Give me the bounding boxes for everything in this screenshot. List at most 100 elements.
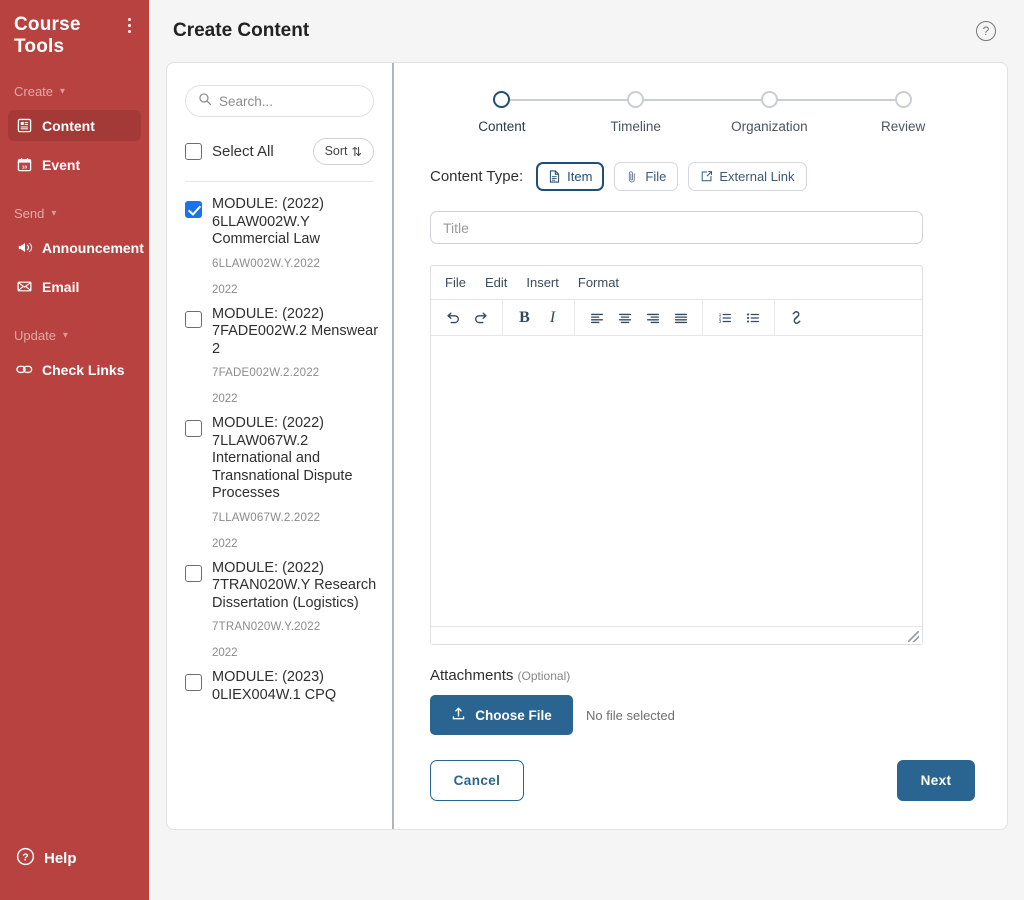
external-link-icon <box>700 170 713 183</box>
toolbar-group-style: B I <box>503 300 575 335</box>
sidebar: Course Tools Create ▾ Content 10 Event S… <box>0 0 149 900</box>
choose-file-button[interactable]: Choose File <box>430 695 573 735</box>
content-type-file-button[interactable]: File <box>614 162 679 191</box>
list-item[interactable]: MODULE: (2022) 7FADE002W.2 Menswear 2 7F… <box>185 306 388 406</box>
sidebar-item-check-links[interactable]: Check Links <box>8 354 141 385</box>
main-area: Create Content ? Select All <box>149 0 1024 900</box>
megaphone-icon <box>16 239 33 256</box>
redo-icon[interactable] <box>468 305 493 330</box>
content-form-panel: Content Timeline Organization Review Con… <box>394 63 1007 829</box>
step-connector <box>635 99 770 101</box>
upload-icon <box>451 706 466 724</box>
list-item[interactable]: MODULE: (2022) 6LLAW002W.Y Commercial La… <box>185 196 388 296</box>
step-organization[interactable]: Organization <box>703 91 904 134</box>
menu-insert[interactable]: Insert <box>526 275 559 290</box>
list-item[interactable]: MODULE: (2022) 7TRAN020W.Y Research Diss… <box>185 560 388 659</box>
sidebar-title: Course Tools <box>14 14 81 57</box>
module-text: MODULE: (2023) 0LIEX004W.1 CPQ <box>212 669 388 704</box>
module-list[interactable]: MODULE: (2022) 6LLAW002W.Y Commercial La… <box>167 182 392 829</box>
italic-icon[interactable]: I <box>540 305 565 330</box>
content-type-external-link-button[interactable]: External Link <box>688 162 807 191</box>
resize-grip-icon[interactable] <box>908 631 919 642</box>
select-all-checkbox[interactable] <box>185 142 202 160</box>
step-dot <box>760 91 778 108</box>
sort-arrows-icon: ⇅ <box>351 144 362 159</box>
sidebar-group-label: Update <box>14 327 56 343</box>
sidebar-item-email[interactable]: Email <box>8 271 141 302</box>
editor-body[interactable] <box>431 336 922 626</box>
form-actions: Cancel Next <box>430 760 975 801</box>
sidebar-help-button[interactable]: ? Help <box>0 841 93 876</box>
content-type-label: Content Type: <box>430 168 524 185</box>
module-checkbox[interactable] <box>185 201 202 218</box>
sidebar-group-update[interactable]: Update ▾ <box>0 324 149 346</box>
content-type-label-text: Item <box>567 169 593 184</box>
sidebar-item-event[interactable]: 10 Event <box>8 149 141 180</box>
module-name: MODULE: (2022) 7FADE002W.2 Menswear 2 <box>212 305 379 357</box>
module-year: 2022 <box>212 537 238 550</box>
module-year: 2022 <box>212 647 238 659</box>
svg-text:?: ? <box>22 853 28 864</box>
bullet-list-icon[interactable] <box>740 305 765 330</box>
chevron-down-icon: ▾ <box>62 329 68 341</box>
align-left-icon[interactable] <box>584 305 609 330</box>
editor-footer <box>431 626 922 644</box>
toolbar-group-align <box>575 300 703 335</box>
module-checkbox[interactable] <box>185 310 202 328</box>
rich-text-editor: File Edit Insert Format B I 1 2 3 <box>430 265 923 645</box>
search-box[interactable] <box>185 85 374 117</box>
module-code: 7LLAW067W.2.2022 <box>212 511 321 524</box>
sidebar-item-content[interactable]: Content <box>8 110 141 141</box>
module-list-panel: Select All Sort ⇅ MODULE: (2022) 6LLAW00… <box>167 63 394 829</box>
search-input[interactable] <box>219 93 361 109</box>
sidebar-item-label: Content <box>42 117 95 134</box>
module-name: MODULE: (2022) 6LLAW002W.Y Commercial La… <box>212 196 325 247</box>
list-item[interactable]: MODULE: (2023) 0LIEX004W.1 CPQ <box>185 669 388 704</box>
undo-icon[interactable] <box>440 305 465 330</box>
step-dot <box>894 91 912 108</box>
step-review[interactable]: Review <box>836 91 970 134</box>
module-text: MODULE: (2022) 7FADE002W.2 Menswear 2 7F… <box>212 306 388 406</box>
calendar-icon: 10 <box>16 156 33 173</box>
sidebar-group-send[interactable]: Send ▾ <box>0 202 149 224</box>
title-input[interactable] <box>430 211 923 244</box>
align-justify-icon[interactable] <box>668 305 693 330</box>
menu-edit[interactable]: Edit <box>485 275 507 290</box>
toolbar-group-history <box>431 300 503 335</box>
sidebar-item-label: Announcement <box>42 239 144 256</box>
sort-button[interactable]: Sort ⇅ <box>312 137 374 165</box>
module-name: MODULE: (2022) 7LLAW067W.2 International… <box>212 415 353 501</box>
next-button[interactable]: Next <box>897 760 975 801</box>
step-timeline[interactable]: Timeline <box>569 91 770 134</box>
question-circle-icon: ? <box>16 847 35 870</box>
module-checkbox[interactable] <box>185 420 202 437</box>
chevron-down-icon: ▾ <box>60 85 66 97</box>
question-circle-icon[interactable]: ? <box>976 21 996 41</box>
module-checkbox[interactable] <box>185 564 202 582</box>
align-right-icon[interactable] <box>640 305 665 330</box>
content-type-label-text: External Link <box>719 169 795 184</box>
kebab-menu-icon[interactable] <box>121 14 137 36</box>
module-text: MODULE: (2022) 6LLAW002W.Y Commercial La… <box>212 196 388 296</box>
sidebar-item-announcement[interactable]: Announcement <box>8 232 144 263</box>
module-checkbox[interactable] <box>185 674 202 691</box>
bold-icon[interactable]: B <box>512 305 537 330</box>
cancel-button[interactable]: Cancel <box>430 760 524 801</box>
sidebar-group-create[interactable]: Create ▾ <box>0 80 149 102</box>
content-type-item-button[interactable]: Item <box>536 162 605 191</box>
link-icon[interactable] <box>784 305 809 330</box>
align-center-icon[interactable] <box>612 305 637 330</box>
attachments-optional: (Optional) <box>517 669 571 683</box>
menu-file[interactable]: File <box>445 275 466 290</box>
step-dot <box>627 91 645 108</box>
module-year: 2022 <box>212 283 238 296</box>
numbered-list-icon[interactable]: 123 <box>712 305 737 330</box>
list-item[interactable]: MODULE: (2022) 7LLAW067W.2 International… <box>185 415 388 550</box>
step-content[interactable]: Content <box>435 91 636 134</box>
sidebar-group-label: Send <box>14 205 45 221</box>
search-icon <box>198 92 212 111</box>
editor-toolbar: B I 1 2 3 <box>431 300 922 336</box>
sidebar-group-label: Create <box>14 83 54 99</box>
menu-format[interactable]: Format <box>578 275 619 290</box>
link-chain-icon <box>16 361 33 378</box>
